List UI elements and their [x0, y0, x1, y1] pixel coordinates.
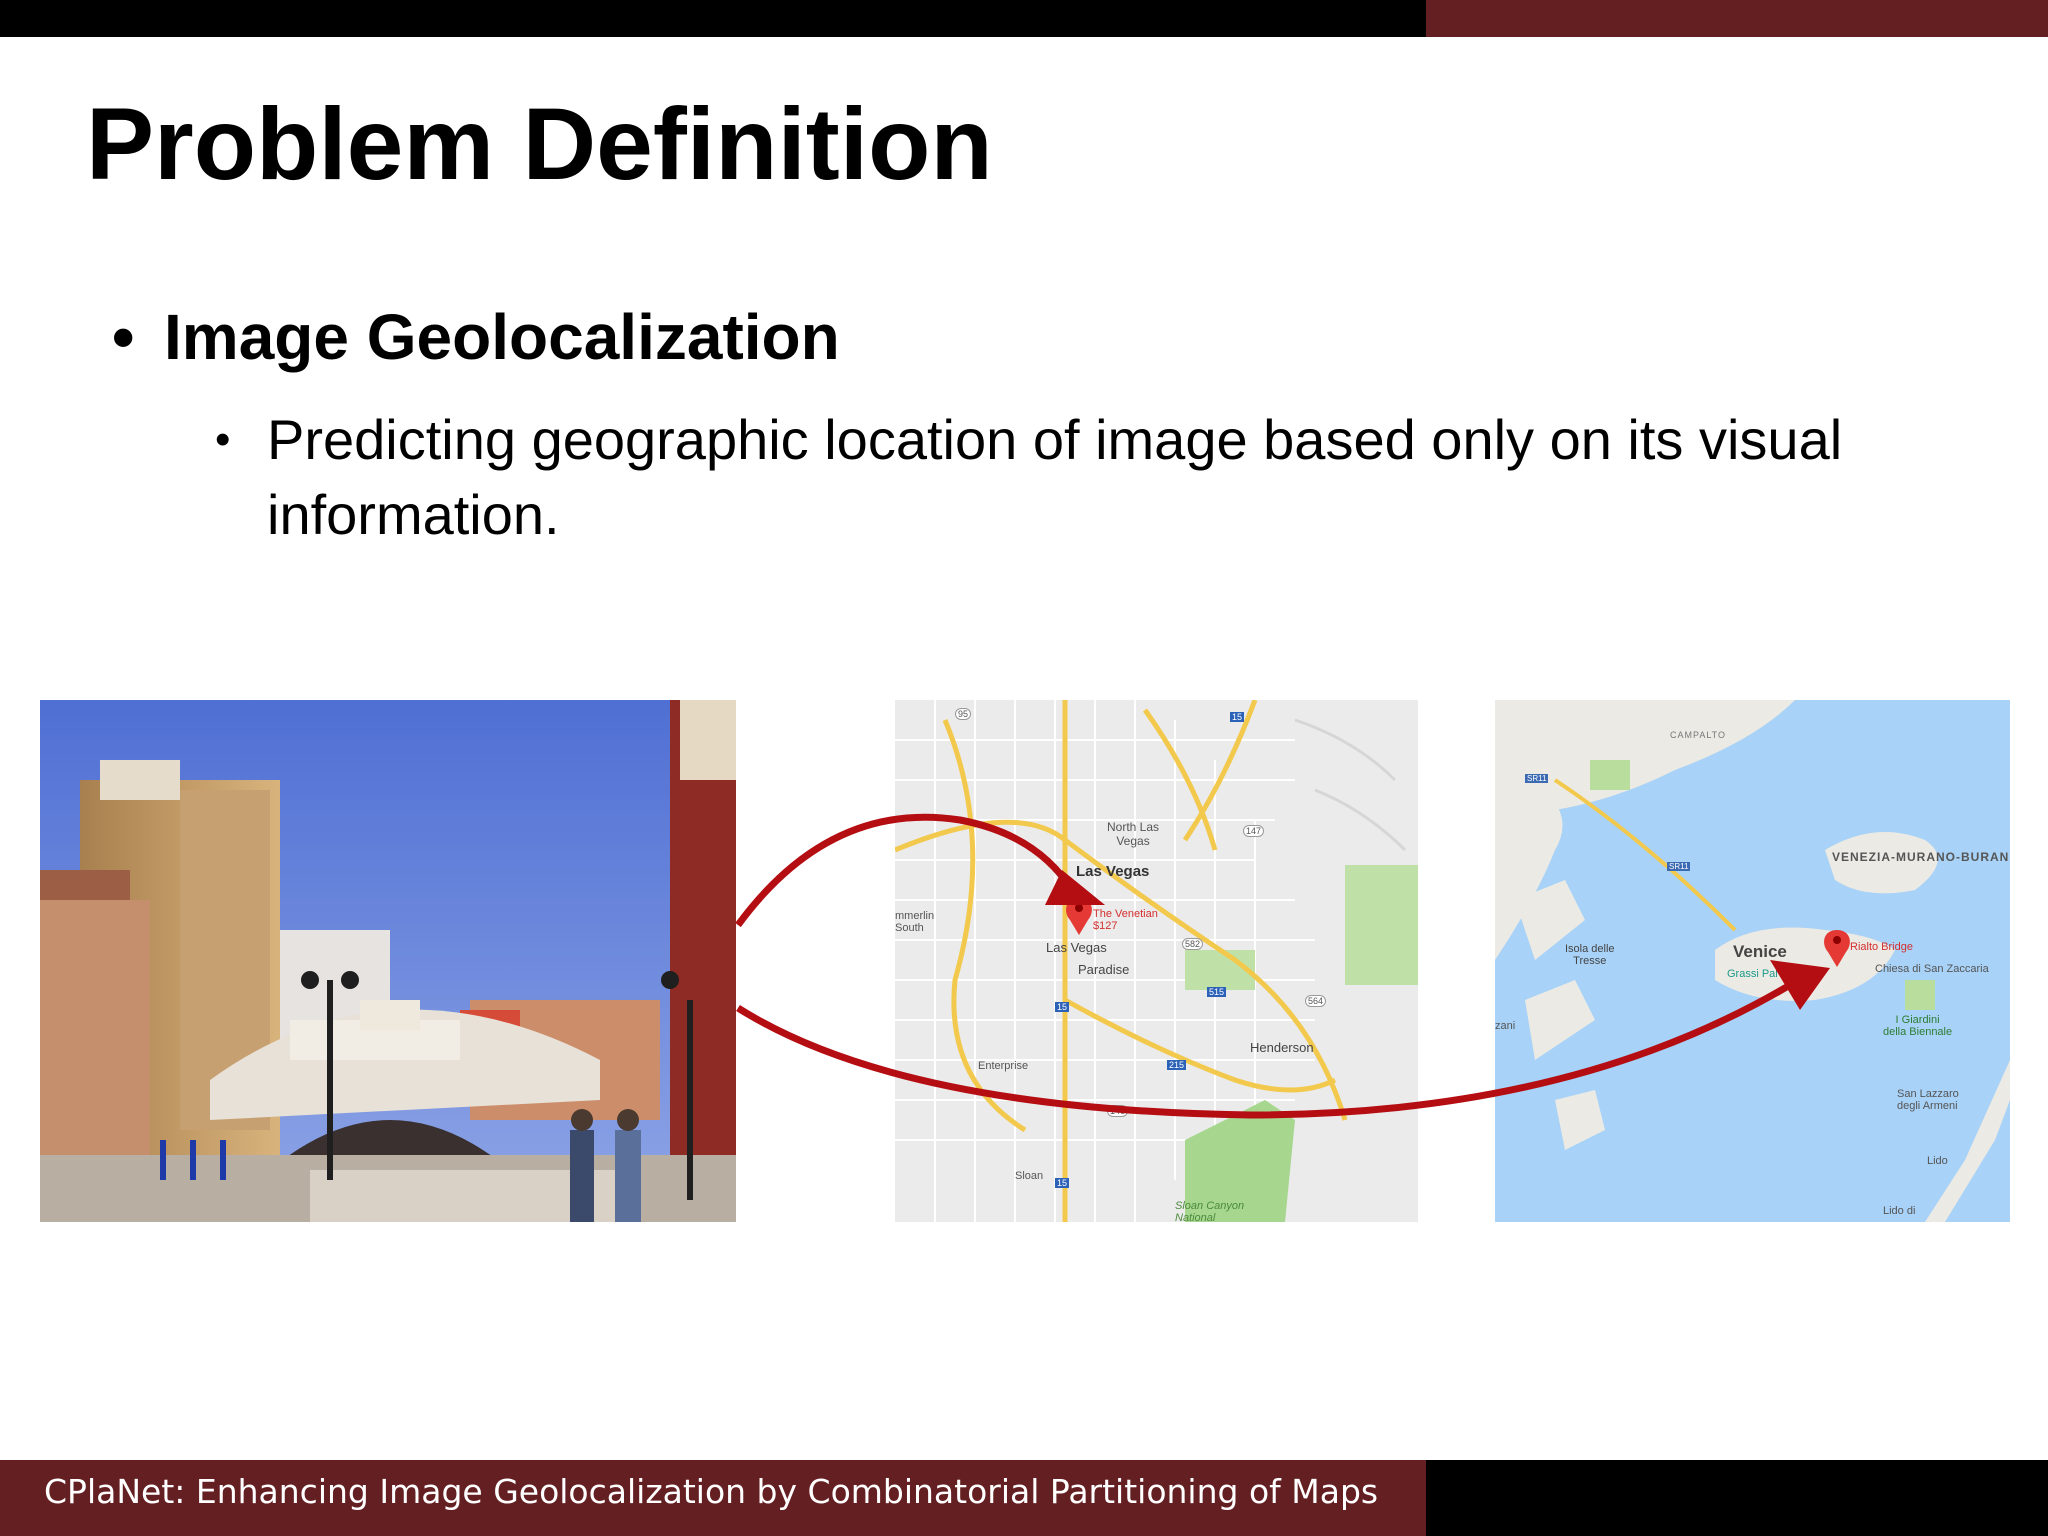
route-shield-15-central: 15 — [1055, 1002, 1070, 1012]
route-shield-515: 515 — [1207, 987, 1227, 997]
map-label-venetian-price: $127 — [1093, 920, 1118, 932]
map-label-venetian: The Venetian — [1093, 908, 1158, 920]
map-label-sloan-canyon: Sloan Canyon National — [1175, 1200, 1245, 1222]
map-label-sloan: Sloan — [1015, 1170, 1044, 1182]
map-label-san-lazzaro: San Lazzaro degli Armeni — [1897, 1088, 1959, 1112]
route-shield-sr11-a: SR11 — [1525, 774, 1549, 783]
map-label-isola-tresse: Isola delle Tresse — [1565, 943, 1615, 967]
bullet-level2-text: Predicting geographic location of image … — [267, 408, 1843, 546]
map-label-chiesa: Chiesa di San Zaccaria — [1875, 963, 1989, 975]
map-label-campalto: CAMPALTO — [1670, 730, 1727, 740]
slide-title: Problem Definition — [86, 87, 993, 201]
route-shield-582: 582 — [1182, 938, 1204, 950]
map-label-zani: zani — [1495, 1020, 1516, 1032]
footer-text: CPlaNet: Enhancing Image Geolocalization… — [44, 1472, 1379, 1511]
map-label-enterprise: Enterprise — [978, 1060, 1029, 1072]
map-label-paradise: Paradise — [1078, 962, 1130, 977]
route-shield-15-south: 15 — [1055, 1178, 1070, 1188]
map-label-venezia-murano: VENEZIA-MURANO-BURAN — [1832, 850, 2010, 864]
route-shield-95: 95 — [955, 708, 972, 720]
venetian-photo — [40, 700, 736, 1222]
footer-bar-black — [1426, 1460, 2048, 1536]
map-label-summerlin: mmerlin South — [895, 910, 935, 934]
map-label-lido: Lido — [1927, 1155, 1948, 1167]
route-shield-147: 147 — [1243, 825, 1265, 837]
las-vegas-map: North Las Vegas Las Vegas mmerlin South … — [895, 700, 1418, 1222]
route-shield-564: 564 — [1305, 995, 1327, 1007]
map-label-north-las-vegas: North Las Vegas — [1107, 820, 1160, 848]
map-label-grassi: Grassi Pal — [1727, 968, 1778, 980]
map-label-giardini: I Giardini della Biennale — [1883, 1014, 1953, 1038]
map-label-las-vegas-small: Las Vegas — [1046, 940, 1107, 955]
map-label-las-vegas: Las Vegas — [1076, 863, 1150, 880]
footer-bar: CPlaNet: Enhancing Image Geolocalization… — [0, 1460, 1426, 1536]
bullet-dot: • — [112, 301, 135, 373]
map-label-lido-di: Lido di — [1883, 1205, 1916, 1217]
route-shield-215: 215 — [1167, 1060, 1187, 1070]
bullet-dot: • — [215, 415, 231, 464]
map-label-henderson: Henderson — [1250, 1040, 1314, 1055]
venice-map: CAMPALTO SR11 SR11 VENEZIA-MURANO-BURAN … — [1495, 700, 2010, 1222]
top-bar-maroon — [1426, 0, 2048, 37]
map-label-rialto: Rialto Bridge — [1850, 941, 1913, 953]
bullet-level1-text: Image Geolocalization — [164, 301, 840, 373]
top-bar-black — [0, 0, 1426, 37]
map-label-venice: Venice — [1733, 942, 1787, 961]
route-shield-sr11-b: SR11 — [1667, 862, 1691, 871]
route-shield-146: 146 — [1107, 1105, 1129, 1117]
route-shield-15-north: 15 — [1230, 712, 1245, 722]
